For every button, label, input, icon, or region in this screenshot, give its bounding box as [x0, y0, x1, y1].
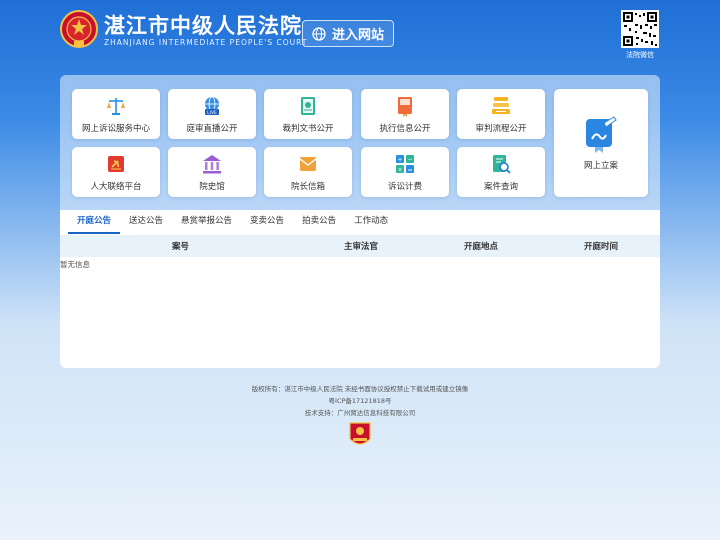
empty-table-message: 暂无信息	[60, 260, 90, 269]
qr-label: 法院微信	[626, 51, 654, 59]
tile-label: 网上立案	[583, 161, 618, 171]
tile-label: 裁判文书公开	[282, 123, 334, 134]
document-book-icon	[301, 96, 315, 115]
tile-online-litigation[interactable]: 网上诉讼服务中心	[72, 89, 160, 139]
column-hearing-time: 开庭时间	[584, 242, 619, 252]
scales-icon	[107, 97, 125, 115]
party-emblem-icon	[108, 155, 124, 172]
svg-text:=: =	[407, 166, 412, 173]
tile-label: 执行信息公开	[379, 123, 431, 134]
tab-reward-report-notice[interactable]: 悬赏举报公告	[172, 210, 241, 232]
svg-text:LIVE: LIVE	[207, 110, 217, 116]
tile-online-filing[interactable]: 网上立案	[554, 89, 648, 197]
tile-judgment-documents[interactable]: 裁判文书公开	[264, 89, 352, 139]
court-title: 湛江市中级人民法院	[104, 14, 302, 38]
tile-label: 诉讼计费	[387, 181, 422, 192]
tile-label: 审判流程公开	[475, 123, 527, 134]
tile-live-trial[interactable]: LIVE 庭审直播公开	[168, 89, 256, 139]
tab-work-news[interactable]: 工作动态	[345, 210, 397, 232]
tile-execution-info[interactable]: 执行信息公开	[361, 89, 449, 139]
calculator-icon: + − × =	[396, 154, 414, 173]
live-globe-icon: LIVE	[205, 96, 219, 116]
svg-text:×: ×	[397, 166, 402, 173]
svg-text:+: +	[397, 156, 402, 163]
tile-label: 人大联络平台	[90, 181, 142, 192]
court-title-english: ZHANJIANG INTERMEDIATE PEOPLE'S COURT	[104, 38, 308, 47]
copyright-text: 版权所有：湛江市中级人民法院 未经书面协议授权禁止下载试用或建立镜像	[251, 385, 469, 393]
museum-building-icon	[203, 154, 221, 173]
column-hearing-location: 开庭地点	[464, 242, 499, 252]
column-case-number: 案号	[172, 242, 190, 252]
tile-label: 院长信箱	[290, 181, 325, 192]
enter-website-button[interactable]: 进入网站	[302, 20, 394, 47]
court-emblem-icon	[60, 10, 98, 48]
tech-support-text: 技术支持：广州窝达信息科技有限公司	[304, 409, 416, 417]
site-header: 湛江市中级人民法院 ZHANJIANG INTERMEDIATE PEOPLE'…	[0, 0, 720, 70]
court-badge-icon	[349, 422, 371, 445]
tile-npc-liaison[interactable]: 人大联络平台	[72, 147, 160, 197]
table-header: 案号 主审法官 开庭地点 开庭时间	[60, 235, 660, 257]
tile-case-query[interactable]: 案件查询	[457, 147, 545, 197]
case-search-icon	[493, 154, 511, 174]
globe-icon	[312, 26, 326, 41]
wechat-qr-code	[621, 10, 659, 48]
announcement-tabs: 开庭公告 送达公告 悬赏举报公告 变卖公告 拍卖公告 工作动态	[68, 210, 397, 234]
tab-sale-notice[interactable]: 变卖公告	[241, 210, 293, 232]
execution-book-icon	[398, 96, 412, 117]
tab-auction-notice[interactable]: 拍卖公告	[293, 210, 345, 232]
tile-litigation-fees[interactable]: + − × = 诉讼计费	[361, 147, 449, 197]
tile-label: 网上诉讼服务中心	[81, 123, 150, 134]
enter-website-label: 进入网站	[331, 28, 384, 43]
site-footer: 版权所有：湛江市中级人民法院 未经书面协议授权禁止下载试用或建立镜像 粤ICP备…	[0, 383, 720, 419]
tab-hearing-notice[interactable]: 开庭公告	[68, 210, 121, 234]
column-presiding-judge: 主审法官	[344, 242, 379, 252]
announcements-box: 开庭公告 送达公告 悬赏举报公告 变卖公告 拍卖公告 工作动态 案号 主审法官 …	[60, 210, 660, 368]
mailbox-icon	[299, 156, 317, 171]
tile-label: 庭审直播公开	[186, 123, 238, 134]
process-stack-icon	[492, 96, 510, 114]
tile-label: 案件查询	[483, 181, 518, 192]
tab-service-notice[interactable]: 送达公告	[120, 210, 172, 232]
tile-trial-process[interactable]: 审判流程公开	[457, 89, 545, 139]
tile-court-history-museum[interactable]: 院史馆	[168, 147, 256, 197]
icp-number: 粤ICP备17121818号	[328, 397, 392, 405]
online-filing-icon	[586, 116, 617, 153]
tile-president-mailbox[interactable]: 院长信箱	[264, 147, 352, 197]
svg-text:−: −	[407, 156, 412, 163]
tile-label: 院史馆	[199, 181, 225, 192]
